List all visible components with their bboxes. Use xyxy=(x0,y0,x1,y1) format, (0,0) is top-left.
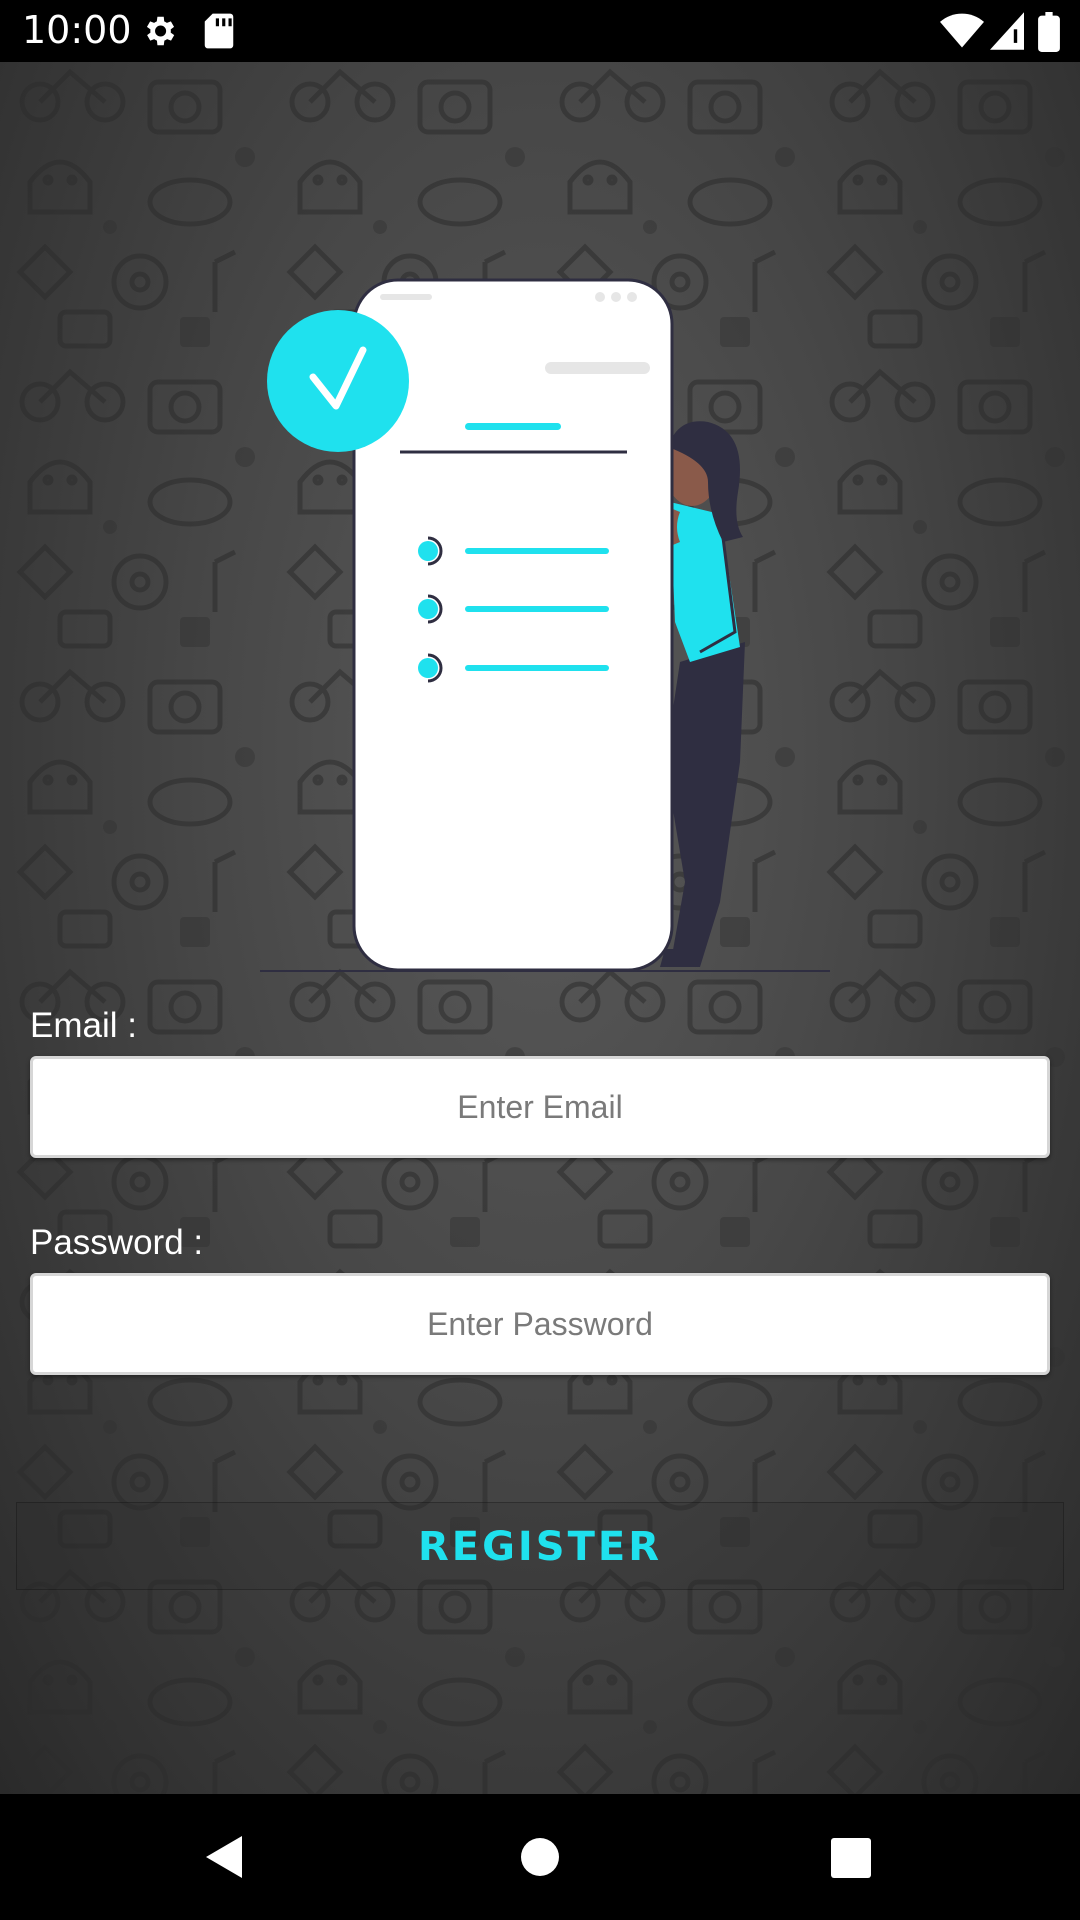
navigation-bar xyxy=(0,1794,1080,1920)
sd-card-icon xyxy=(202,12,236,55)
email-label: Email : xyxy=(30,1006,137,1045)
cell-signal-icon xyxy=(990,12,1024,55)
status-time: 10:00 xyxy=(22,8,132,52)
email-field-container xyxy=(30,1056,1050,1158)
main-content: Email : Password : REGISTER xyxy=(0,62,1080,1794)
gear-icon xyxy=(140,12,178,55)
password-input[interactable] xyxy=(33,1276,1047,1372)
email-input[interactable] xyxy=(33,1059,1047,1155)
registration-illustration xyxy=(260,278,830,972)
password-label: Password : xyxy=(30,1223,204,1262)
register-button[interactable]: REGISTER xyxy=(16,1502,1064,1590)
home-icon[interactable] xyxy=(520,1837,560,1882)
password-field-container xyxy=(30,1273,1050,1375)
status-bar: 10:00 xyxy=(0,0,1080,62)
battery-icon xyxy=(1038,12,1060,57)
recents-icon[interactable] xyxy=(831,1838,871,1883)
wifi-icon xyxy=(940,12,984,55)
back-icon[interactable] xyxy=(204,1834,244,1885)
checkmark-badge-icon xyxy=(267,310,409,452)
